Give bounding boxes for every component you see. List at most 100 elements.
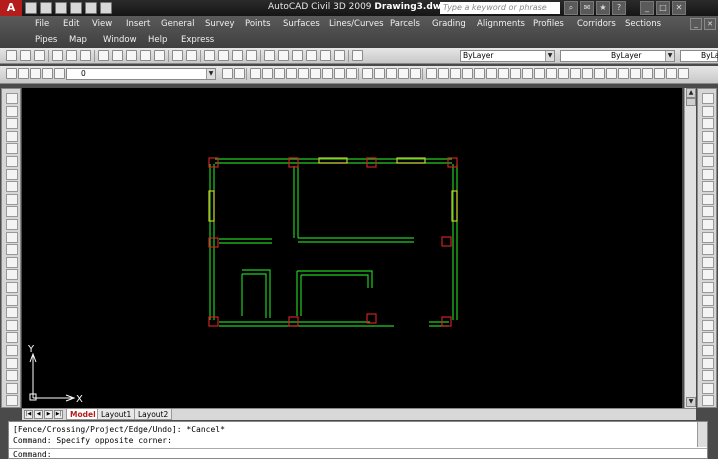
calculator-icon[interactable] xyxy=(334,50,345,61)
sun-icon[interactable] xyxy=(30,68,41,79)
make-current-icon[interactable] xyxy=(222,68,233,79)
dimension-icon[interactable] xyxy=(374,68,385,79)
close-icon[interactable]: ✕ xyxy=(672,1,686,15)
menu-item-express[interactable]: Express xyxy=(181,35,214,45)
menu-item-help[interactable]: Help xyxy=(148,35,167,45)
pan-icon[interactable] xyxy=(204,50,215,61)
menu-item-points[interactable]: Points xyxy=(245,19,271,29)
linetype-combo[interactable]: ByLayer ▼ xyxy=(560,50,675,62)
measure-icon[interactable] xyxy=(702,345,714,356)
hatchedit-icon[interactable] xyxy=(702,382,714,394)
wipeout-icon[interactable] xyxy=(594,68,605,79)
redo-icon[interactable] xyxy=(100,2,112,14)
spline-icon[interactable] xyxy=(6,193,18,205)
region-icon[interactable] xyxy=(6,294,18,306)
vertical-scrollbar[interactable]: ▲ ▼ xyxy=(684,88,696,408)
join-icon[interactable] xyxy=(702,256,714,268)
layer-combo[interactable]: 0 ▼ xyxy=(66,68,216,80)
plot-icon[interactable] xyxy=(52,50,63,61)
leader-icon[interactable] xyxy=(386,68,397,79)
polygon-icon[interactable] xyxy=(486,68,497,79)
menu-item-edit[interactable]: Edit xyxy=(63,19,79,29)
construction-line-icon[interactable] xyxy=(6,105,18,117)
osnap-perpendicular-icon[interactable] xyxy=(322,68,333,79)
polyline-icon[interactable] xyxy=(6,118,18,130)
rectangle-icon[interactable] xyxy=(474,68,485,79)
menu-item-pipes[interactable]: Pipes xyxy=(35,35,57,45)
layer-previous-icon[interactable] xyxy=(234,68,245,79)
copy-icon[interactable] xyxy=(112,50,123,61)
block-editor-icon[interactable] xyxy=(154,50,165,61)
menu-item-alignments[interactable]: Alignments xyxy=(477,19,525,29)
pedit-icon[interactable] xyxy=(702,357,714,369)
fillet-icon[interactable] xyxy=(702,282,714,293)
print-icon[interactable] xyxy=(70,2,82,14)
splinedit-icon[interactable] xyxy=(702,370,714,382)
save-icon[interactable] xyxy=(34,50,45,61)
last-tab-icon[interactable]: ▶| xyxy=(54,410,63,419)
mirror-icon[interactable] xyxy=(702,118,714,130)
table-icon[interactable] xyxy=(546,68,557,79)
osnap-quadrant-icon[interactable] xyxy=(298,68,309,79)
menu-item-view[interactable]: View xyxy=(92,19,112,29)
layer-state-icon[interactable] xyxy=(18,68,29,79)
doc-minimize-icon[interactable]: _ xyxy=(690,18,702,30)
open-icon[interactable] xyxy=(20,50,31,61)
save-icon[interactable] xyxy=(55,2,67,14)
help-icon[interactable] xyxy=(352,50,363,61)
polygon-icon[interactable] xyxy=(6,130,18,142)
scroll-up-icon[interactable]: ▲ xyxy=(686,88,696,98)
osnap-nearest-icon[interactable] xyxy=(346,68,357,79)
menu-item-map[interactable]: Map xyxy=(69,35,87,45)
revision-cloud-icon[interactable] xyxy=(6,181,18,193)
polyline-icon[interactable] xyxy=(438,68,449,79)
explode-icon[interactable] xyxy=(702,294,714,306)
copy-object-icon[interactable] xyxy=(6,357,18,369)
divide-icon[interactable] xyxy=(702,332,714,344)
first-tab-icon[interactable]: |◀ xyxy=(24,410,33,419)
markup-icon[interactable] xyxy=(320,50,331,61)
menu-item-parcels[interactable]: Parcels xyxy=(390,19,420,29)
osnap-center-icon[interactable] xyxy=(286,68,297,79)
xline-icon[interactable] xyxy=(606,68,617,79)
menu-item-survey[interactable]: Survey xyxy=(205,19,235,29)
doc-close-icon[interactable]: ✕ xyxy=(704,18,716,30)
circle-icon[interactable] xyxy=(6,168,18,180)
menu-item-sections[interactable]: Sections xyxy=(625,19,661,29)
prev-tab-icon[interactable]: ◀ xyxy=(34,410,43,419)
ray-icon[interactable] xyxy=(654,68,665,79)
lengthen-icon[interactable] xyxy=(702,319,714,331)
line-icon[interactable] xyxy=(6,93,18,104)
move-icon[interactable] xyxy=(702,156,714,167)
hatch-icon[interactable] xyxy=(6,269,18,281)
new-icon[interactable] xyxy=(6,50,17,61)
tab-model[interactable]: Model xyxy=(66,409,100,420)
command-input[interactable]: Command: xyxy=(9,448,707,459)
sheet-set-icon[interactable] xyxy=(306,50,317,61)
menu-item-surfaces[interactable]: Surfaces xyxy=(283,19,320,29)
gradient-icon[interactable] xyxy=(582,68,593,79)
tab-layout1[interactable]: Layout1 xyxy=(97,409,136,420)
osnap-midpoint-icon[interactable] xyxy=(262,68,273,79)
redo-icon[interactable] xyxy=(186,50,197,61)
zoom-previous-icon[interactable] xyxy=(246,50,257,61)
open-icon[interactable] xyxy=(40,2,52,14)
array-icon[interactable] xyxy=(702,143,714,155)
mirror-icon[interactable] xyxy=(6,370,18,382)
chamfer-icon[interactable] xyxy=(702,269,714,281)
helix-icon[interactable] xyxy=(642,68,653,79)
menu-item-general[interactable]: General xyxy=(161,19,195,29)
menu-item-lines-curves[interactable]: Lines/Curves xyxy=(329,19,384,29)
menu-item-grading[interactable]: Grading xyxy=(432,19,466,29)
break-icon[interactable] xyxy=(702,244,714,256)
align-icon[interactable] xyxy=(702,307,714,319)
osnap-intersection-icon[interactable] xyxy=(274,68,285,79)
color-icon[interactable] xyxy=(54,68,65,79)
region-icon[interactable] xyxy=(570,68,581,79)
erase-icon[interactable] xyxy=(702,93,714,104)
draworder-icon[interactable] xyxy=(702,395,714,407)
menu-item-file[interactable]: File xyxy=(35,19,49,29)
plot-preview-icon[interactable] xyxy=(66,50,77,61)
text-icon[interactable] xyxy=(398,68,409,79)
tab-layout2[interactable]: Layout2 xyxy=(134,409,173,420)
